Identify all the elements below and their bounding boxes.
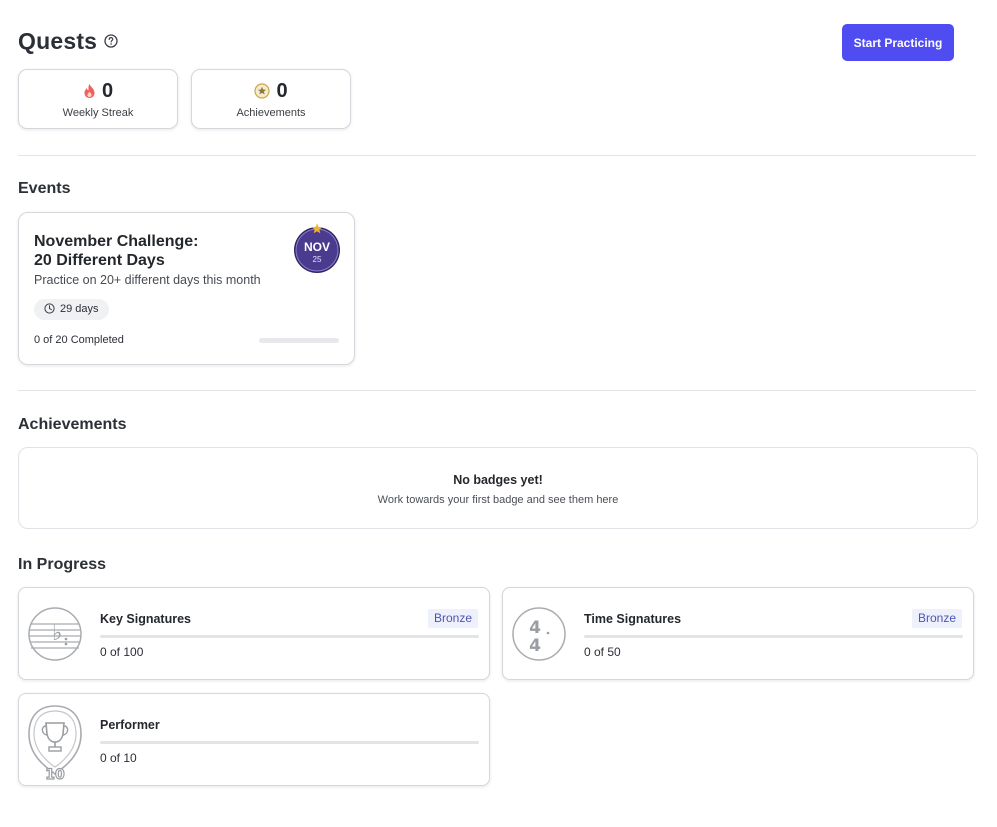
quest-card-key-signatures[interactable]: ♭ Key Signatures Bronze 0 of 100 [18, 587, 490, 680]
quest-progress-bar [100, 635, 479, 638]
quest-name: Key Signatures [100, 612, 192, 626]
event-progress-text: 0 of 20 Completed [34, 334, 124, 346]
quest-card-performer[interactable]: 10 Performer 0 of 10 [18, 693, 490, 786]
clock-icon [44, 303, 55, 314]
svg-text:♭: ♭ [52, 621, 62, 646]
achievements-stat-card: 0 Achievements [191, 69, 351, 129]
key-signature-icon: ♭ [28, 607, 82, 661]
tier-badge: Bronze [427, 609, 478, 628]
quest-progress-count: 0 of 50 [584, 645, 621, 659]
events-section-title: Events [18, 180, 71, 197]
quest-progress-count: 0 of 10 [100, 751, 137, 765]
quest-progress-bar [100, 741, 479, 744]
tier-badge: Bronze [911, 609, 962, 628]
quest-name: Time Signatures [584, 612, 682, 626]
quest-progress-bar [584, 635, 963, 638]
nov-badge-icon: NOV 25 [294, 223, 340, 273]
weekly-streak-value: 0 [101, 80, 114, 102]
event-description: Practice on 20+ different days this mont… [34, 273, 261, 287]
nov-badge-month: NOV [304, 240, 330, 254]
flame-icon [84, 84, 95, 98]
achievements-value: 0 [276, 80, 288, 102]
empty-state-subtitle: Work towards your first badge and see th… [377, 494, 619, 506]
nov-badge-year: 25 [313, 255, 322, 264]
event-title: November Challenge: 20 Different Days [34, 233, 199, 269]
achievements-section-title: Achievements [18, 416, 127, 433]
trophy-number: 10 [45, 767, 65, 782]
svg-text:4: 4 [529, 618, 541, 638]
days-remaining-text: 29 days [60, 303, 99, 315]
start-practicing-button[interactable]: Start Practicing [842, 24, 954, 61]
help-icon[interactable] [104, 34, 118, 48]
divider [18, 155, 976, 156]
weekly-streak-card: 0 Weekly Streak [18, 69, 178, 129]
quests-page: Quests Start Practicing 0 Weekly Streak … [0, 0, 997, 827]
empty-state-title: No badges yet! [453, 473, 543, 487]
quest-progress-count: 0 of 100 [100, 645, 144, 659]
trophy-icon: 10 [28, 705, 82, 782]
quest-name: Performer [100, 718, 160, 732]
divider [18, 390, 976, 391]
weekly-streak-label: Weekly Streak [62, 107, 134, 119]
svg-text:4: 4 [529, 636, 541, 656]
event-progress-bar [259, 338, 339, 343]
time-signature-icon: 4 4 [512, 607, 566, 661]
achievements-stat-label: Achievements [236, 107, 306, 119]
page-header: Quests Start Practicing [18, 24, 954, 64]
in-progress-section-title: In Progress [18, 556, 107, 573]
star-medal-icon [254, 83, 271, 99]
page-title: Quests [18, 28, 98, 54]
event-card-november-challenge[interactable]: November Challenge: 20 Different Days NO… [18, 212, 355, 365]
days-remaining-pill: 29 days [34, 299, 109, 320]
achievements-empty-state: No badges yet! Work towards your first b… [18, 447, 978, 529]
quest-card-time-signatures[interactable]: 4 4 Time Signatures Bronze 0 of 50 [502, 587, 974, 680]
